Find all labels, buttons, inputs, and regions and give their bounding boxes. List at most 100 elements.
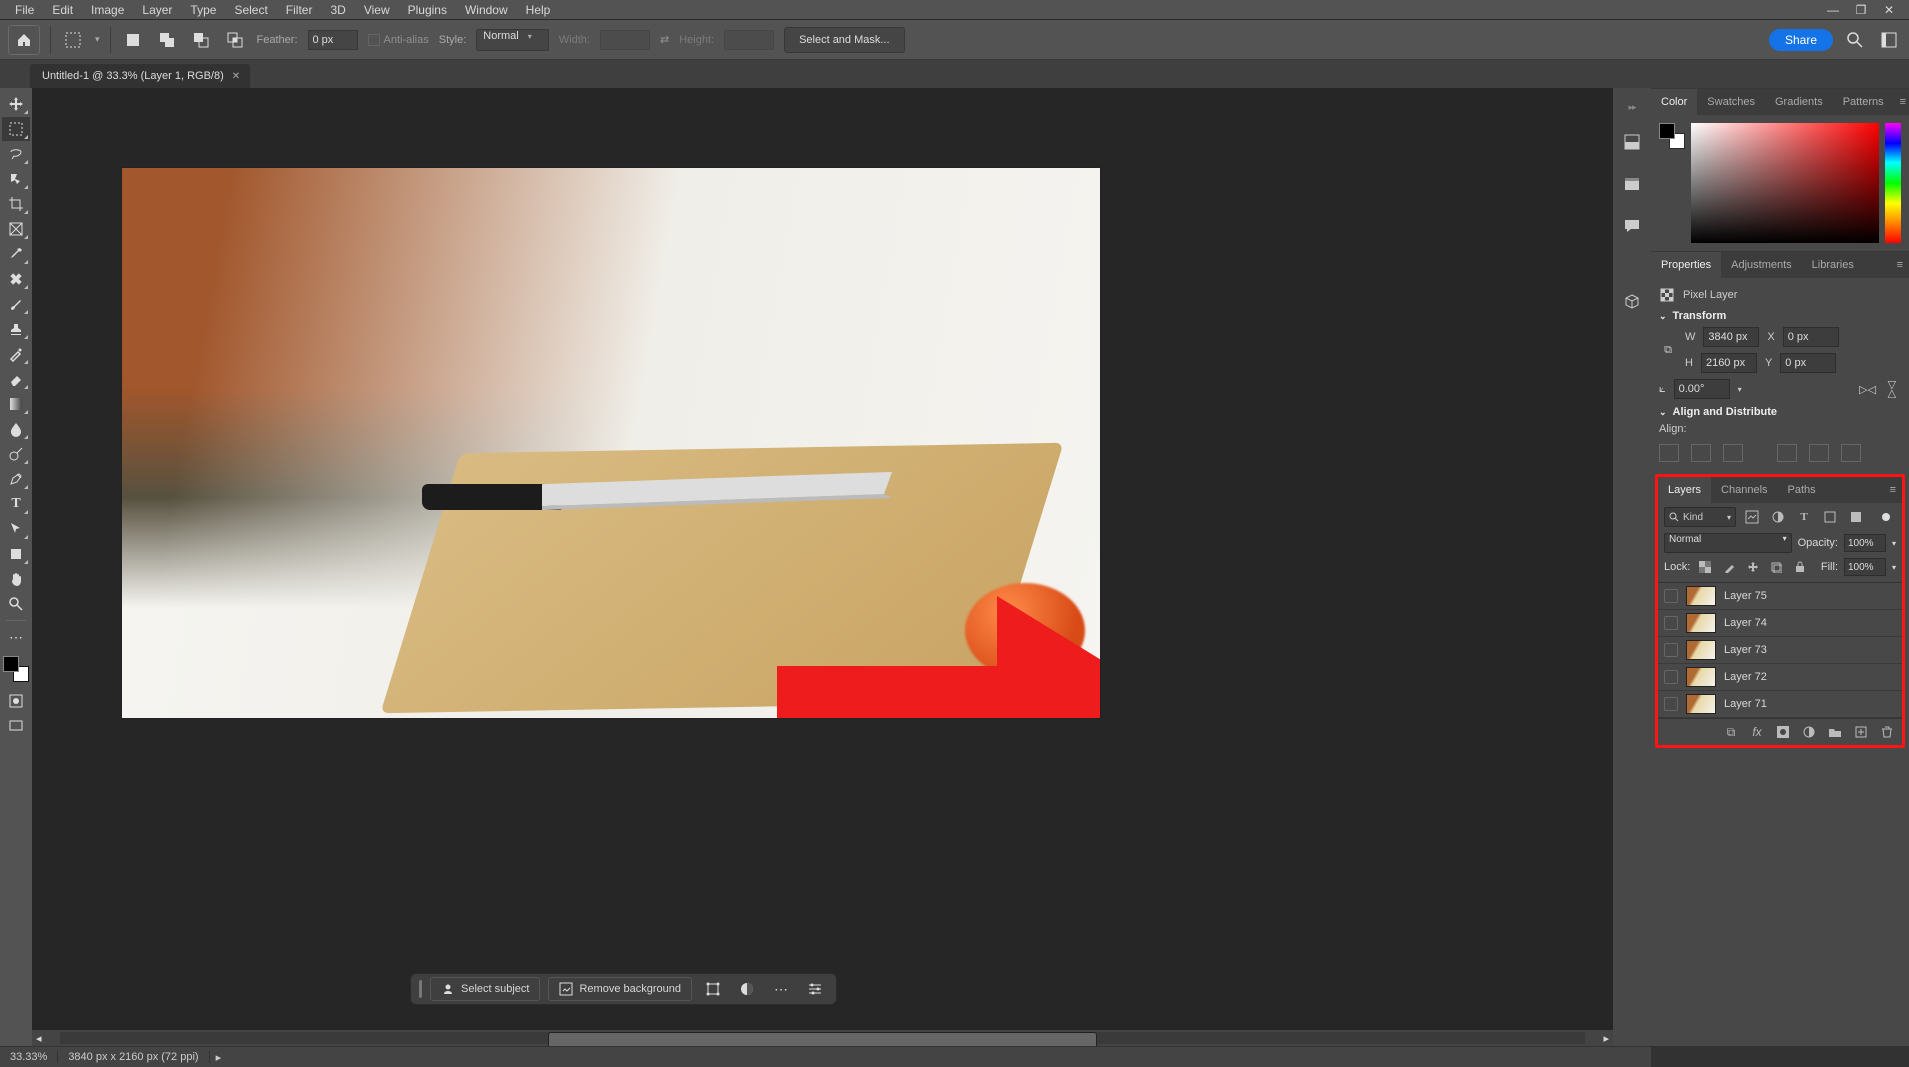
visibility-icon[interactable] [1664, 589, 1678, 603]
lock-nesting-icon[interactable] [1767, 557, 1785, 577]
eraser-tool-icon[interactable] [2, 367, 30, 391]
filter-smart-icon[interactable] [1846, 507, 1866, 527]
brush-tool-icon[interactable] [2, 292, 30, 316]
dodge-tool-icon[interactable] [2, 442, 30, 466]
edit-toolbar-icon[interactable]: ⋯ [2, 625, 30, 649]
menu-file[interactable]: File [6, 1, 43, 19]
feather-input[interactable] [308, 30, 358, 50]
history-panel-icon[interactable] [1619, 129, 1645, 155]
width-input[interactable] [1703, 327, 1759, 347]
layer-thumbnail[interactable] [1686, 586, 1716, 606]
align-right-icon[interactable] [1723, 444, 1743, 462]
marquee-tool-icon[interactable] [2, 117, 30, 141]
lock-all-icon[interactable] [1791, 557, 1809, 577]
select-and-mask-button[interactable]: Select and Mask... [784, 27, 905, 53]
heal-tool-icon[interactable] [2, 267, 30, 291]
marquee-tool-icon[interactable] [61, 28, 85, 52]
zoom-tool-icon[interactable] [2, 592, 30, 616]
workspace-switch-icon[interactable] [1877, 28, 1901, 52]
path-select-tool-icon[interactable] [2, 517, 30, 541]
align-hcenter-icon[interactable] [1691, 444, 1711, 462]
lock-transparent-icon[interactable] [1696, 557, 1714, 577]
layer-name[interactable]: Layer 73 [1724, 644, 1767, 656]
align-top-icon[interactable] [1777, 444, 1797, 462]
align-bottom-icon[interactable] [1841, 444, 1861, 462]
shape-tool-icon[interactable] [2, 542, 30, 566]
window-close-icon[interactable]: ✕ [1875, 3, 1903, 17]
layer-row[interactable]: Layer 73 [1658, 637, 1902, 664]
filter-toggle-icon[interactable] [1876, 507, 1896, 527]
height-input[interactable] [1701, 353, 1757, 373]
menu-3d[interactable]: 3D [321, 1, 354, 19]
layer-row[interactable]: Layer 75 [1658, 583, 1902, 610]
transform-section[interactable]: ⌄Transform [1659, 306, 1901, 324]
tab-libraries[interactable]: Libraries [1802, 252, 1864, 278]
horizontal-scrollbar[interactable]: ◂ ▸ [32, 1030, 1613, 1046]
menu-window[interactable]: Window [456, 1, 517, 19]
blur-tool-icon[interactable] [2, 417, 30, 441]
lasso-tool-icon[interactable] [2, 142, 30, 166]
visibility-icon[interactable] [1664, 616, 1678, 630]
mask-icon[interactable] [734, 976, 760, 1002]
libraries-panel-icon[interactable] [1619, 171, 1645, 197]
flip-h-icon[interactable]: ▷◁ [1859, 383, 1876, 396]
filter-shape-icon[interactable] [1820, 507, 1840, 527]
type-tool-icon[interactable]: T [2, 492, 30, 516]
layer-filter-kind[interactable]: Kind▾ [1664, 507, 1736, 527]
canvas[interactable]: Select subject Remove background ⋯ [32, 88, 1613, 1030]
fill-input[interactable] [1844, 558, 1886, 576]
layer-thumbnail[interactable] [1686, 613, 1716, 633]
tab-swatches[interactable]: Swatches [1697, 89, 1765, 115]
zoom-level[interactable]: 33.33% [0, 1051, 58, 1063]
color-fgbg-swatch[interactable] [1659, 123, 1685, 149]
y-input[interactable] [1780, 353, 1836, 373]
menu-view[interactable]: View [355, 1, 399, 19]
close-tab-icon[interactable]: ✕ [232, 71, 240, 82]
opacity-dropdown-icon[interactable]: ▾ [1892, 539, 1896, 548]
tab-gradients[interactable]: Gradients [1765, 89, 1833, 115]
move-tool-icon[interactable] [2, 92, 30, 116]
menu-filter[interactable]: Filter [277, 1, 322, 19]
menu-select[interactable]: Select [225, 1, 276, 19]
tab-properties[interactable]: Properties [1651, 252, 1721, 278]
visibility-icon[interactable] [1664, 697, 1678, 711]
link-layers-icon[interactable]: ⧉ [1722, 723, 1740, 741]
select-subject-button[interactable]: Select subject [430, 977, 540, 1001]
status-more-icon[interactable]: ▸ [210, 1051, 228, 1064]
style-select[interactable]: Normal ▾ [476, 29, 549, 51]
blend-mode-select[interactable]: Normal▾ [1664, 533, 1792, 553]
chevron-down-icon[interactable]: ▾ [95, 34, 100, 45]
panel-menu-icon[interactable]: ≡ [1891, 259, 1909, 271]
layer-thumbnail[interactable] [1686, 694, 1716, 714]
document-tab[interactable]: Untitled-1 @ 33.3% (Layer 1, RGB/8) ✕ [30, 64, 250, 88]
selection-intersect-icon[interactable] [223, 28, 247, 52]
color-picker[interactable] [1691, 123, 1879, 243]
new-group-icon[interactable] [1826, 723, 1844, 741]
angle-input[interactable] [1674, 379, 1730, 399]
scroll-left-icon[interactable]: ◂ [32, 1032, 46, 1045]
selection-new-icon[interactable] [121, 28, 145, 52]
menu-plugins[interactable]: Plugins [399, 1, 456, 19]
flip-v-icon[interactable]: ▷◁ [1886, 381, 1899, 398]
window-restore-icon[interactable]: ❐ [1847, 3, 1875, 17]
tab-color[interactable]: Color [1651, 89, 1697, 115]
comments-panel-icon[interactable] [1619, 213, 1645, 239]
tab-patterns[interactable]: Patterns [1833, 89, 1894, 115]
pen-tool-icon[interactable] [2, 467, 30, 491]
new-layer-icon[interactable] [1852, 723, 1870, 741]
filter-pixel-icon[interactable] [1742, 507, 1762, 527]
3d-panel-icon[interactable] [1619, 289, 1645, 315]
hue-slider[interactable] [1885, 123, 1901, 243]
layer-fx-icon[interactable]: fx [1748, 723, 1766, 741]
layer-name[interactable]: Layer 74 [1724, 617, 1767, 629]
stamp-tool-icon[interactable] [2, 317, 30, 341]
tab-adjustments[interactable]: Adjustments [1721, 252, 1802, 278]
filter-type-icon[interactable]: T [1794, 507, 1814, 527]
search-icon[interactable] [1843, 28, 1867, 52]
scroll-right-icon[interactable]: ▸ [1599, 1032, 1613, 1045]
layer-row[interactable]: Layer 72 [1658, 664, 1902, 691]
delete-layer-icon[interactable] [1878, 723, 1896, 741]
remove-background-button[interactable]: Remove background [548, 977, 692, 1001]
align-vcenter-icon[interactable] [1809, 444, 1829, 462]
ctx-settings-icon[interactable] [802, 976, 828, 1002]
